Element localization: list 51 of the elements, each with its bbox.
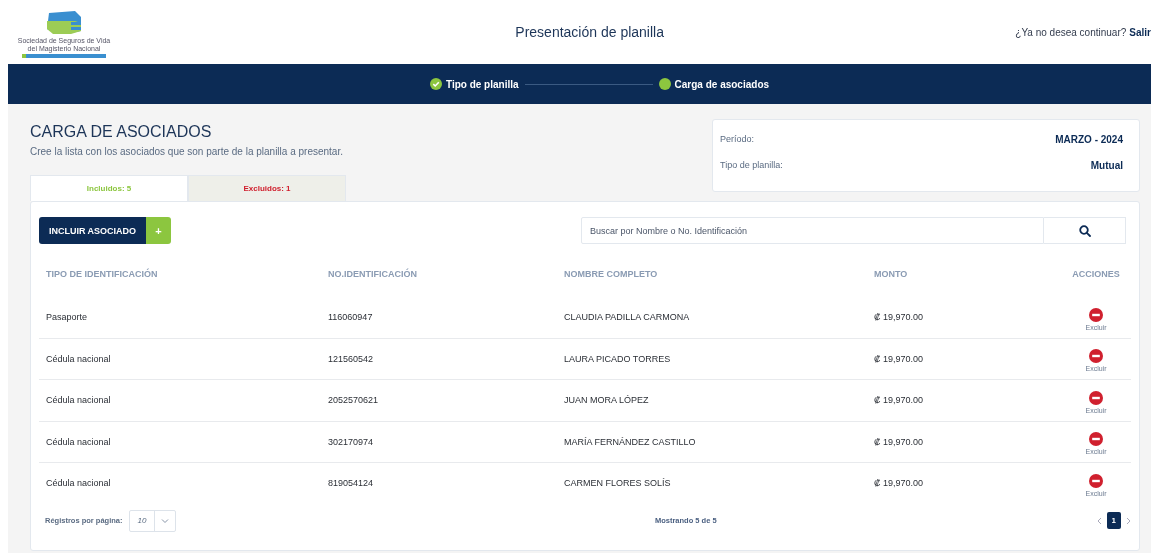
chevron-down-icon	[161, 517, 170, 524]
section-title: CARGA DE ASOCIADOS	[30, 123, 213, 141]
section-subtitle: Cree la lista con los asociados que son parte de la planilla a presentar.	[30, 146, 344, 157]
chevron-right-icon	[1126, 516, 1131, 525]
table-cell-text: Cédula nacional	[46, 395, 112, 406]
table-cell-text: MARÍA FERNÁNDEZ CASTILLO	[564, 436, 697, 447]
tab[interactable]: Excluidos: 1	[188, 175, 346, 201]
table-cell-text: ₡ 19,970.00	[874, 395, 925, 406]
page-button[interactable]: 1	[1106, 512, 1121, 529]
summary-value: MARZO - 2024	[1055, 134, 1123, 145]
table-cell-text: CARMEN FLORES SOLÍS	[564, 478, 672, 489]
column-header: TIPO DE IDENTIFICACIÓN	[46, 269, 159, 279]
summary-label: Período:	[720, 134, 755, 145]
step-label: Tipo de planilla	[445, 78, 519, 90]
table-cell-text: Cédula nacional	[46, 353, 112, 364]
table-cell-text: 121560542	[328, 353, 375, 364]
search-field[interactable]: Buscar por Nombre o No. Identificación	[581, 217, 1044, 244]
table-cell-text: CLAUDIA PADILLA CARMONA	[564, 312, 691, 323]
table-cell-text: Pasaporte	[46, 312, 89, 323]
page-title: Presentación de planilla	[514, 24, 665, 40]
column-header: NOMBRE COMPLETO	[564, 269, 659, 279]
step-label: Carga de asociados	[674, 78, 770, 90]
search-button[interactable]	[1044, 217, 1126, 244]
remove-icon	[1089, 307, 1103, 322]
summary-label: Tipo de planilla:	[720, 160, 783, 171]
column-header: NO.IDENTIFICACIÓN	[328, 269, 418, 279]
table-cell-text: 819054124	[328, 478, 375, 489]
remove-icon	[1089, 349, 1103, 364]
column-header: MONTO	[874, 269, 909, 279]
search-icon	[1078, 224, 1091, 237]
chevron-left-icon	[1096, 516, 1102, 525]
table-cell-text: 2052570621	[328, 395, 380, 406]
table-cell-text: Cédula nacional	[46, 478, 112, 489]
table-cell-text: 116060947	[328, 312, 374, 323]
table-cell-text: Cédula nacional	[46, 436, 112, 447]
exit-link[interactable]: Salir	[1129, 26, 1151, 38]
table-cell-text: LAURA PICADO TORRES	[564, 353, 672, 364]
remove-icon	[1089, 432, 1103, 447]
table-cell-text: JUAN MORA LÓPEZ	[564, 395, 650, 406]
per-page-dropdown[interactable]: 10	[128, 509, 177, 532]
summary-value: Mutual	[1090, 160, 1123, 171]
table-cell-text: 302170974	[328, 436, 375, 447]
column-header: ACCIONES	[1071, 269, 1121, 279]
remove-icon	[1089, 473, 1103, 488]
remove-icon	[1089, 390, 1103, 405]
table-cell-text: ₡ 19,970.00	[874, 478, 925, 489]
table-cell-text: ₡ 19,970.00	[874, 312, 925, 323]
add-button[interactable]: INCLUIR ASOCIADO	[39, 217, 146, 244]
table-cell-text: ₡ 19,970.00	[874, 353, 925, 364]
table-cell-text: ₡ 19,970.00	[874, 436, 925, 447]
exit-prompt: ¿Ya no desea continuar?	[1015, 26, 1127, 38]
